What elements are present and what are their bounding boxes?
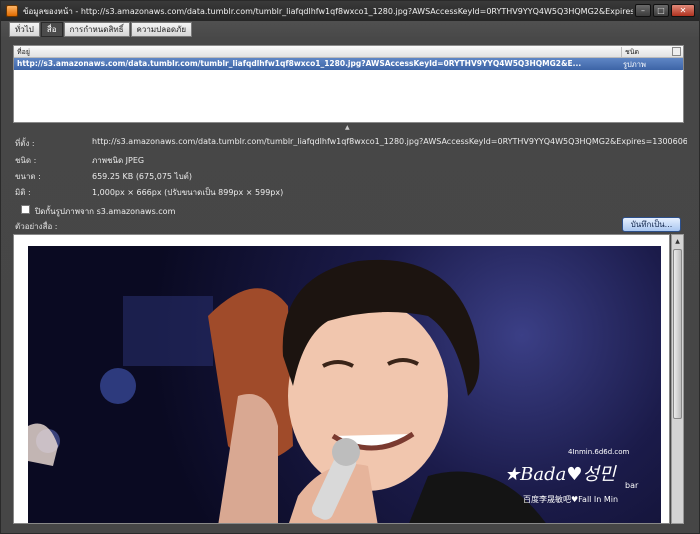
page-info-window: ข้อมูลของหน้า - http://s3.amazonaws.com/… (0, 0, 700, 534)
address-value: http://s3.amazonaws.com/data.tumblr.com/… (92, 137, 687, 146)
close-icon: ✕ (679, 6, 687, 15)
type-label: ชนิด : (15, 156, 37, 165)
watermark-logo-icon: ★Bada♥성민 (504, 464, 616, 485)
address-label: ที่ตั้ง : (15, 139, 35, 148)
tab-permissions[interactable]: การกำหนดสิทธิ์ (63, 22, 130, 37)
media-list[interactable]: ที่อยู่ ชนิด http://s3.amazonaws.com/dat… (13, 45, 684, 123)
column-picker-icon[interactable] (672, 47, 681, 56)
close-button[interactable]: ✕ (671, 4, 695, 17)
column-address[interactable]: ที่อยู่ (17, 47, 30, 58)
tab-bar: ทั่วไป สื่อ การกำหนดสิทธิ์ ความปลอดภัย (9, 22, 193, 37)
dimensions-value: 1,000px × 666px (ปรับขนาดเป็น 899px × 59… (92, 188, 284, 197)
maximize-icon: □ (657, 6, 665, 15)
firefox-icon (6, 5, 18, 17)
dimensions-label: มิติ : (15, 188, 31, 197)
minimize-icon: – (641, 6, 645, 15)
window-title: ข้อมูลของหน้า - http://s3.amazonaws.com/… (23, 6, 633, 16)
save-as-button[interactable]: บันทึกเป็น... (622, 217, 681, 232)
size-label: ขนาด : (15, 172, 41, 181)
list-item-address: http://s3.amazonaws.com/data.tumblr.com/… (17, 59, 582, 68)
watermark-tag: bar (625, 481, 639, 490)
preview-scrollbar[interactable]: ▲ (671, 234, 684, 524)
title-bar[interactable]: ข้อมูลของหน้า - http://s3.amazonaws.com/… (1, 1, 699, 21)
watermark-bottom: 百度李晟敏吧♥Fall In Min (523, 495, 619, 504)
tab-media[interactable]: สื่อ (40, 22, 63, 37)
column-type[interactable]: ชนิด (621, 47, 639, 58)
scroll-thumb[interactable] (673, 249, 682, 419)
maximize-button[interactable]: □ (653, 4, 669, 17)
block-images-checkbox[interactable] (21, 205, 30, 214)
watermark-site: 4Inmin.6d6d.com (568, 448, 630, 456)
splitter-grip-icon[interactable]: ▲ (345, 124, 350, 131)
tab-security[interactable]: ความปลอดภัย (130, 22, 193, 37)
minimize-button[interactable]: – (635, 4, 651, 17)
size-value: 659.25 KB (675,075 ไบต์) (92, 172, 192, 181)
list-item[interactable]: http://s3.amazonaws.com/data.tumblr.com/… (14, 58, 683, 70)
block-images-label[interactable]: ปิดกั้นรูปภาพจาก s3.amazonaws.com (35, 205, 175, 218)
media-preview: 4Inmin.6d6d.com ★Bada♥성민 bar 百度李晟敏吧♥Fall… (13, 234, 670, 524)
scroll-up-icon[interactable]: ▲ (673, 236, 682, 247)
list-item-type: รูปภาพ (623, 60, 646, 69)
preview-label: ตัวอย่างสื่อ : (15, 222, 58, 231)
media-list-header: ที่อยู่ ชนิด (14, 46, 683, 58)
type-value: ภาพชนิด JPEG (92, 156, 145, 165)
preview-image: 4Inmin.6d6d.com ★Bada♥성민 bar 百度李晟敏吧♥Fall… (28, 246, 661, 523)
tab-general[interactable]: ทั่วไป (9, 22, 40, 37)
